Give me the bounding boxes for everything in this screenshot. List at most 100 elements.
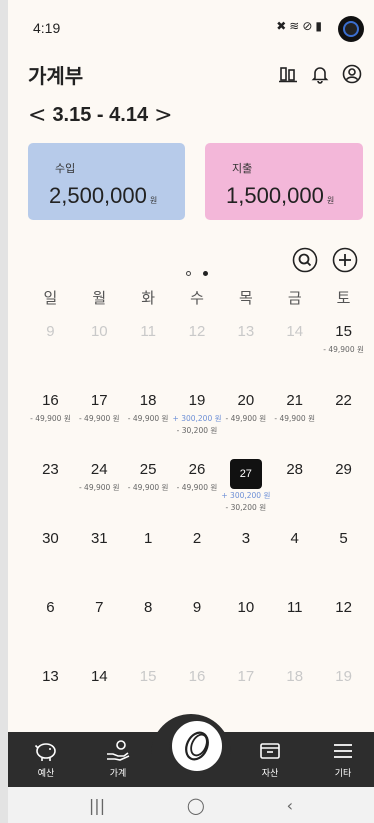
plus-icon xyxy=(332,247,358,273)
next-period-button[interactable]: > xyxy=(154,104,172,127)
calendar-week: 16 - 49,900 원 17 - 49,900 원 18 - 49,900 원 19 + … xyxy=(26,385,368,454)
day-number: 18 xyxy=(286,668,304,685)
weekday: 화 xyxy=(141,289,156,307)
nav-more[interactable]: 기타 xyxy=(318,738,368,779)
recents-button[interactable]: ||| xyxy=(89,796,105,815)
weekday: 수 xyxy=(190,289,204,307)
calendar-day[interactable]: 15 - 49,900 원 xyxy=(319,316,368,385)
day-number: 6 xyxy=(46,599,55,616)
bell-icon[interactable] xyxy=(308,62,332,86)
back-button[interactable]: ‹ xyxy=(287,796,293,815)
calendar-day[interactable]: 22 xyxy=(319,385,368,454)
day-expense: - 49,900 원 xyxy=(176,483,218,492)
calendar-day[interactable]: 23 xyxy=(26,454,75,523)
calendar-day-today[interactable]: 27 + 300,200 원 - 30,200 원 xyxy=(221,454,270,523)
day-number: 29 xyxy=(335,461,352,478)
day-number: 14 xyxy=(90,668,108,685)
menu-icon xyxy=(334,744,352,758)
calendar-day[interactable]: 11 xyxy=(270,592,319,661)
calendar-day[interactable]: 21 - 49,900 원 xyxy=(270,385,319,454)
expense-card[interactable]: 지출 1,500,000 원 xyxy=(205,143,363,220)
center-coin-button[interactable] xyxy=(169,718,225,774)
calendar-day[interactable]: 19 xyxy=(319,661,368,730)
day-number: 27 xyxy=(229,459,262,489)
calendar-day[interactable]: 18 xyxy=(270,661,319,730)
add-button[interactable] xyxy=(331,246,359,274)
calendar-day[interactable]: 10 xyxy=(221,592,270,661)
calendar-day[interactable]: 13 xyxy=(26,661,75,730)
calendar-day[interactable]: 18 - 49,900 원 xyxy=(124,385,173,454)
day-expense: - 30,200 원 xyxy=(176,426,218,435)
calendar-day[interactable]: 14 xyxy=(75,661,124,730)
calendar-day[interactable]: 2 xyxy=(173,523,222,592)
calendar-day[interactable]: 4 xyxy=(270,523,319,592)
calendar-day[interactable]: 8 xyxy=(124,592,173,661)
income-amount: 2,500,000 원 xyxy=(49,183,158,208)
calendar-week: 6 7 8 9 10 11 12 xyxy=(26,592,368,661)
day-number: 11 xyxy=(286,599,303,616)
home-button[interactable]: ◯ xyxy=(187,796,205,815)
calendar-day[interactable]: 5 xyxy=(319,523,368,592)
calendar-week: 30 31 1 2 3 4 5 xyxy=(26,523,368,592)
day-number: 1 xyxy=(143,530,153,547)
day-expense: - 49,900 원 xyxy=(274,414,315,423)
profile-icon[interactable] xyxy=(340,62,364,86)
day-number: 22 xyxy=(335,392,352,409)
calendar-day[interactable]: 12 xyxy=(173,316,222,385)
calendar-day[interactable]: 10 xyxy=(75,316,124,385)
calendar-day[interactable]: 17 - 49,900 원 xyxy=(75,385,124,454)
calendar-day[interactable]: 16 - 49,900 원 xyxy=(26,385,75,454)
calendar-day[interactable]: 9 xyxy=(26,316,75,385)
calendar-day[interactable]: 1 xyxy=(124,523,173,592)
day-number: 30 xyxy=(42,530,59,547)
search-icon xyxy=(292,247,318,273)
income-label: 수입 xyxy=(55,162,76,175)
day-number: 19 xyxy=(188,392,206,409)
calendar-day[interactable]: 6 xyxy=(26,592,75,661)
nav-household[interactable]: 가계 xyxy=(93,738,143,779)
day-number: 4 xyxy=(290,530,299,547)
day-expense: - 49,900 원 xyxy=(127,414,169,423)
status-bar: 4:19 ✖ ≋ ⊘ ▮ xyxy=(8,0,374,56)
battery-icon: ▮ xyxy=(315,19,322,33)
calendar-day[interactable]: 24 - 49,900 원 xyxy=(75,454,124,523)
calendar-day[interactable]: 26 - 49,900 원 xyxy=(173,454,222,523)
calendar-day[interactable]: 12 xyxy=(319,592,368,661)
prev-period-button[interactable]: < xyxy=(28,104,46,127)
nav-budget[interactable]: 예산 xyxy=(21,738,71,779)
page-dot[interactable] xyxy=(186,271,191,276)
calendar-day[interactable]: 7 xyxy=(75,592,124,661)
calendar-day[interactable]: 29 xyxy=(319,454,368,523)
day-income: + 300,200 원 xyxy=(172,414,222,423)
calendar-day[interactable]: 28 xyxy=(270,454,319,523)
calendar-day[interactable]: 20 - 49,900 원 xyxy=(221,385,270,454)
day-number: 26 xyxy=(188,461,206,478)
calendar-day[interactable]: 13 xyxy=(221,316,270,385)
calendar-day[interactable]: 25 - 49,900 원 xyxy=(124,454,173,523)
wifi-icon: ≋ xyxy=(289,19,300,33)
calendar-day[interactable]: 17 xyxy=(221,661,270,730)
calendar-day[interactable]: 14 xyxy=(270,316,319,385)
chart-icon[interactable] xyxy=(276,62,300,86)
calendar-day[interactable]: 9 xyxy=(173,592,222,661)
day-number: 16 xyxy=(188,668,206,685)
search-button[interactable] xyxy=(291,246,319,274)
calendar-day[interactable]: 11 xyxy=(124,316,173,385)
calendar-day[interactable]: 31 xyxy=(75,523,124,592)
day-expense: - 49,900 원 xyxy=(78,414,120,423)
coin-icon xyxy=(185,731,209,761)
day-number: 21 xyxy=(286,392,304,409)
day-number: 12 xyxy=(335,599,352,616)
weekday-header: 일 월 화 수 목 금 토 xyxy=(26,287,368,308)
page-title: 가계부 xyxy=(28,64,84,88)
day-number: 9 xyxy=(46,323,55,340)
day-expense: - 49,900 원 xyxy=(323,345,364,354)
calendar-day[interactable]: 15 xyxy=(124,661,173,730)
page-dot-active[interactable] xyxy=(203,271,208,276)
bottom-nav: 예산 가계 자산 기타 xyxy=(8,714,374,787)
income-card[interactable]: 수입 2,500,000 원 xyxy=(28,143,185,220)
calendar-day[interactable]: 30 xyxy=(26,523,75,592)
nav-assets[interactable]: 자산 xyxy=(245,738,295,779)
calendar-day[interactable]: 3 xyxy=(221,523,270,592)
calendar-day[interactable]: 19 + 300,200 원 - 30,200 원 xyxy=(173,385,222,454)
